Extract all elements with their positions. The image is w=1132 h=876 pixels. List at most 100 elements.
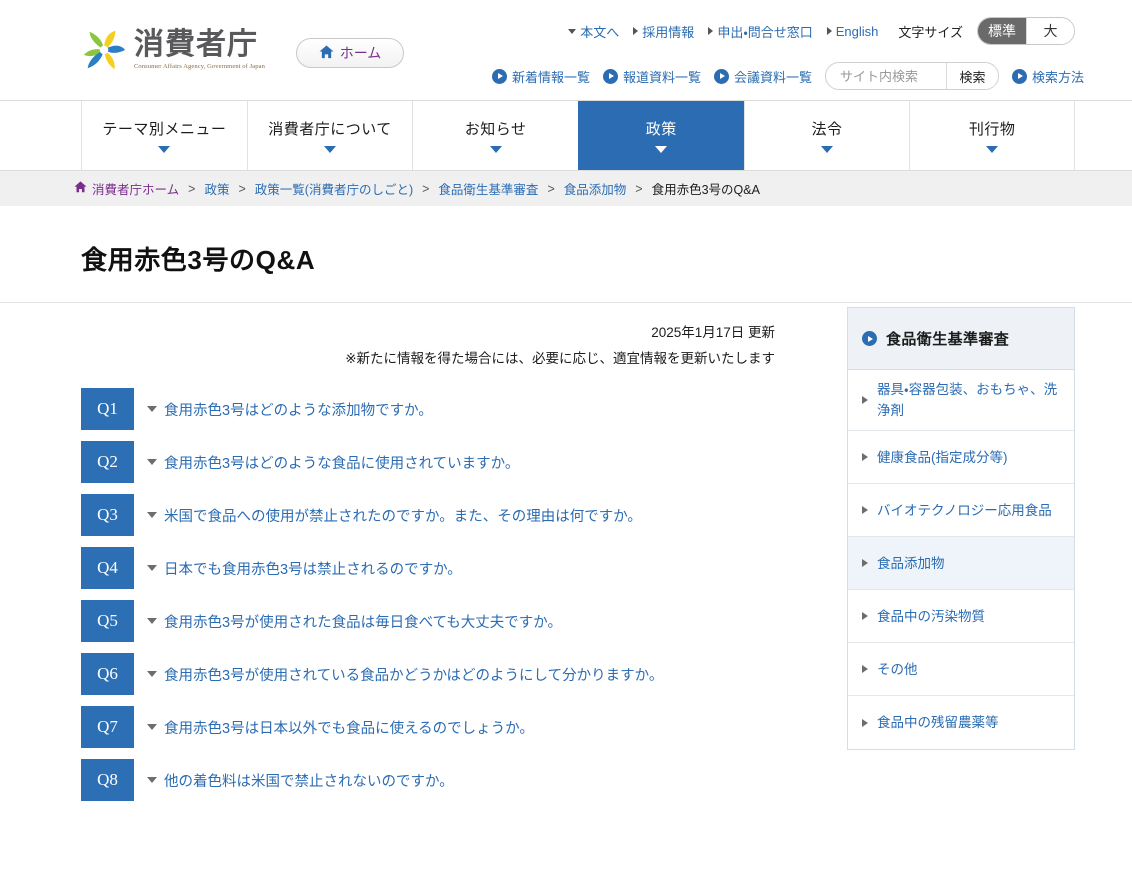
faq-item: Q4 日本でも食用赤色3号は禁止されるのですか。 [81,547,775,589]
breadcrumb-separator: > [547,181,555,196]
gnav-item-theme-menu[interactable]: テーマ別メニュー [81,101,247,170]
faq-question-text: 食用赤色3号はどのような食品に使用されていますか。 [164,455,520,472]
shortcut-link-press-materials[interactable]: 報道資料一覧 [602,67,701,86]
font-size-large-button[interactable]: 大 [1026,18,1074,44]
breadcrumb-item-food-hygiene-standards[interactable]: 食品衛生基準審査 [438,179,538,198]
chevron-right-icon [862,612,868,620]
chevron-down-icon [147,671,157,677]
utility-link-inquiry-desk[interactable]: 申出・問合せ窓口 [708,22,813,41]
sidebar-item-biotechnology-foods[interactable]: バイオテクノロジー応用食品 [848,484,1074,537]
sidebar-item-others[interactable]: その他 [848,643,1074,696]
chevron-right-icon [862,718,868,727]
breadcrumb-item-policy-list[interactable]: 政策一覧(消費者庁のしごと) [255,179,413,198]
breadcrumb-separator: > [422,181,430,196]
faq-question-link[interactable]: 食用赤色3号はどのような添加物ですか。 [147,399,433,420]
faq-item: Q2 食用赤色3号はどのような食品に使用されていますか。 [81,441,775,483]
breadcrumb-separator: > [188,181,196,196]
sidebar-item-contaminants[interactable]: 食品中の汚染物質 [848,590,1074,643]
sidebar-item-label: 食品中の残留農薬等 [877,715,999,730]
chevron-down-icon [489,146,502,153]
faq-question-link[interactable]: 食用赤色3号が使用されている食品かどうかはどのようにして分かりますか。 [147,664,663,685]
font-size-label: 文字サイズ [898,24,963,40]
breadcrumb-item-current: 食用赤色3号のQ&A [651,183,760,197]
faq-badge: Q5 [81,600,134,642]
faq-question-link[interactable]: 他の着色料は米国で禁止されないのですか。 [147,770,454,791]
faq-question-link[interactable]: 食用赤色3号は日本以外でも食品に使えるのでしょうか。 [147,717,534,738]
page-meta: 2025年1月17日 更新 ※新たに情報を得た場合には、必要に応じ、適宜情報を更… [0,303,775,372]
gnav-item-about[interactable]: 消費者庁について [246,101,413,170]
chevron-right-icon [862,559,868,567]
shortcut-link-meeting-materials[interactable]: 会議資料一覧 [713,67,812,86]
gnav-item-laws[interactable]: 法令 [743,101,910,170]
faq-question-text: 米国で食品への使用が禁止されたのですか。また、その理由は何ですか。 [164,508,642,525]
breadcrumb-item-home[interactable]: 消費者庁ホーム [92,179,179,198]
update-note-text: ※新たに情報を得た場合には、必要に応じ、適宜情報を更新いたします [345,351,775,366]
utility-link-english[interactable]: English [826,24,878,39]
shortcut-link-label: 新着情報一覧 [511,69,590,85]
faq-badge: Q7 [81,706,134,748]
gnav-item-publications[interactable]: 刊行物 [909,101,1075,170]
search-submit-button[interactable]: 検索 [945,63,998,89]
sidebar-item-pesticide-residues[interactable]: 食品中の残留農薬等 [848,696,1074,749]
breadcrumb-item-food-additives[interactable]: 食品添加物 [564,179,627,198]
faq-question-text: 食用赤色3号が使用されている食品かどうかはどのようにして分かりますか。 [164,667,664,684]
breadcrumb-item-policy[interactable]: 政策 [204,179,229,198]
sidebar-item-label: 食品添加物 [877,555,945,571]
faq-item: Q8 他の着色料は米国で禁止されないのですか。 [81,759,775,801]
consumer-affairs-agency-pinwheel-icon [80,26,128,74]
sidebar-item-food-additives[interactable]: 食品添加物 [848,537,1074,590]
main-column: 2025年1月17日 更新 ※新たに情報を得た場合には、必要に応じ、適宜情報を更… [0,303,775,812]
breadcrumb-separator: > [635,181,643,196]
faq-badge: Q6 [81,653,134,695]
page-title-area: 食用赤色3号のQ&A [0,206,1132,303]
sidebar-item-label: バイオテクノロジー応用食品 [877,502,1052,518]
global-navigation: テーマ別メニュー 消費者庁について お知らせ 政策 法令 刊行物 [0,101,1132,171]
chevron-down-icon [147,777,157,783]
gnav-item-policy[interactable]: 政策 [577,101,744,170]
utility-link-jump-to-content[interactable]: 本文へ [568,22,619,41]
utility-link-label: 申出・問合せ窓口 [717,24,813,40]
site-header: 消費者庁 Consumer Affairs Agency, Government… [0,0,1132,101]
shortcut-link-label: 報道資料一覧 [622,69,701,85]
site-search: 検索 [824,62,999,90]
sidebar-box: 食品衛生基準審査 器具・容器包装、おもちゃ、洗浄剤 健康食品(指定成分等) バイ… [847,307,1075,750]
shortcut-link-new-info[interactable]: 新着情報一覧 [491,67,590,86]
chevron-down-icon [323,146,336,153]
faq-list: Q1 食用赤色3号はどのような添加物ですか。 Q2 食用赤色3号はどのような食品… [0,388,775,801]
font-size-normal-button[interactable]: 標準 [978,18,1026,44]
font-size-switcher: 標準 大 [977,17,1075,45]
faq-question-link[interactable]: 日本でも食用赤色3号は禁止されるのですか。 [147,558,462,579]
utility-link-recruitment[interactable]: 採用情報 [633,22,694,41]
faq-question-link[interactable]: 食用赤色3号が使用された食品は毎日食べても大丈夫ですか。 [147,611,562,632]
play-circle-icon [602,68,618,84]
shortcut-link-label: 検索方法 [1031,69,1084,85]
site-logo[interactable]: 消費者庁 Consumer Affairs Agency, Government… [80,26,265,74]
home-icon [319,44,334,62]
faq-question-text: 食用赤色3号は日本以外でも食品に使えるのでしょうか。 [164,720,534,737]
sidebar-item-label: 器具・容器包装、おもちゃ、洗浄剤 [877,382,1058,418]
chevron-down-icon [147,724,157,730]
chevron-down-icon [655,146,668,153]
faq-badge: Q3 [81,494,134,536]
chevron-right-icon [633,27,639,35]
logo-text: 消費者庁 Consumer Affairs Agency, Government… [134,26,265,71]
faq-badge: Q4 [81,547,134,589]
gnav-label: テーマ別メニュー [102,121,227,138]
logo-title-ja: 消費者庁 [134,27,258,62]
last-updated-text: 2025年1月17日 更新 [651,325,775,340]
chevron-down-icon [568,28,577,34]
search-input[interactable] [825,63,946,89]
play-circle-icon [862,331,877,346]
sidebar-item-health-foods[interactable]: 健康食品(指定成分等) [848,431,1074,484]
faq-question-link[interactable]: 米国で食品への使用が禁止されたのですか。また、その理由は何ですか。 [147,505,642,526]
faq-question-link[interactable]: 食用赤色3号はどのような食品に使用されていますか。 [147,452,519,473]
sidebar-heading-label: 食品衛生基準審査 [886,331,1010,348]
chevron-right-icon [826,27,832,35]
sidebar-item-utensils-packaging[interactable]: 器具・容器包装、おもちゃ、洗浄剤 [848,370,1074,431]
gnav-item-news[interactable]: お知らせ [412,101,578,170]
gnav-label: 刊行物 [968,121,1016,138]
chevron-right-icon [862,665,868,673]
shortcut-link-search-help[interactable]: 検索方法 [1011,67,1084,86]
home-button[interactable]: ホーム [296,38,404,68]
faq-item: Q5 食用赤色3号が使用された食品は毎日食べても大丈夫ですか。 [81,600,775,642]
